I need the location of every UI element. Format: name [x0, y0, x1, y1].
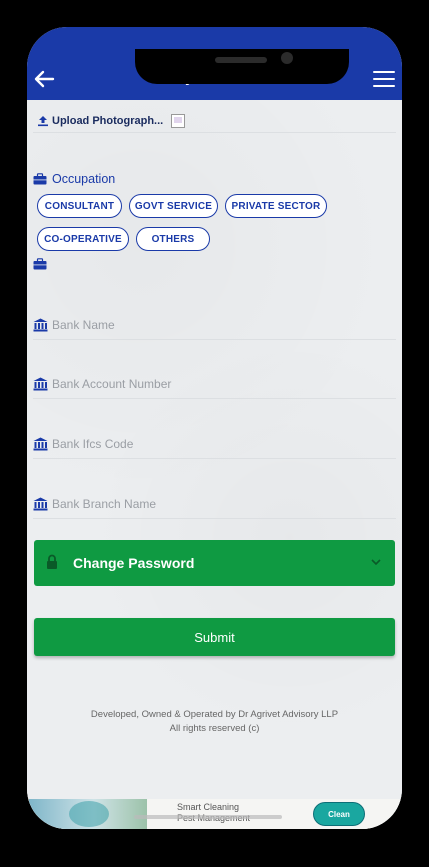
submit-button[interactable]: Submit — [34, 618, 395, 656]
footer-rights: All rights reserved (c) — [169, 723, 260, 734]
occupation-label: Occupation — [52, 172, 116, 186]
bank-icon — [33, 437, 48, 450]
bank-ifsc-field — [33, 429, 396, 459]
hamburger-menu-icon[interactable] — [372, 69, 396, 89]
ad-text: Smart Cleaning Pest Management — [177, 802, 250, 824]
device-camera — [281, 52, 293, 64]
ad-banner[interactable]: Smart Cleaning Pest Management Clean — [27, 799, 402, 829]
upload-label: Upload Photograph... — [52, 115, 164, 127]
device-notch — [135, 49, 349, 84]
home-indicator — [134, 815, 282, 819]
chevron-down-icon — [371, 559, 381, 566]
bank-icon — [33, 318, 48, 331]
occupation-heading: Occupation — [33, 172, 115, 186]
footer: Developed, Owned & Operated by Dr Agrive… — [27, 708, 402, 736]
bank-branch-input[interactable] — [52, 496, 372, 511]
bank-name-input[interactable] — [52, 317, 372, 332]
bank-name-field — [33, 310, 396, 340]
ad-image — [29, 799, 147, 829]
ad-line-1: Smart Cleaning — [177, 802, 240, 812]
briefcase-icon — [33, 258, 47, 270]
occupation-chip-co-operative[interactable]: CO-OPERATIVE — [37, 227, 129, 251]
divider — [33, 132, 396, 133]
bank-ifsc-input[interactable] — [52, 436, 372, 451]
footer-credit: Developed, Owned & Operated by Dr Agrive… — [90, 709, 339, 720]
bank-account-field — [33, 369, 396, 399]
phone-screen: My Profile Upload Photograph... Occupati… — [27, 27, 402, 829]
bank-icon — [33, 377, 48, 390]
change-password-toggle[interactable]: Change Password — [34, 540, 395, 586]
profile-form: Upload Photograph... Occupation CONSULTA… — [27, 100, 402, 829]
ad-logo: Clean — [313, 802, 365, 826]
occupation-chip-others[interactable]: OTHERS — [136, 227, 210, 251]
occupation-chip-govt-service[interactable]: GOVT SERVICE — [129, 194, 218, 218]
bank-branch-field — [33, 489, 396, 519]
upload-icon — [38, 116, 48, 127]
briefcase-icon — [33, 173, 47, 185]
upload-photograph-button[interactable]: Upload Photograph... — [37, 114, 186, 128]
change-password-label: Change Password — [73, 555, 195, 571]
occupation-chip-consultant[interactable]: CONSULTANT — [37, 194, 122, 218]
bank-account-input[interactable] — [52, 376, 372, 391]
photo-preview — [171, 114, 186, 128]
lock-icon — [47, 554, 57, 569]
device-speaker — [215, 57, 267, 63]
bank-icon — [33, 497, 48, 510]
occupation-chip-private-sector[interactable]: PRIVATE SECTOR — [225, 194, 327, 218]
